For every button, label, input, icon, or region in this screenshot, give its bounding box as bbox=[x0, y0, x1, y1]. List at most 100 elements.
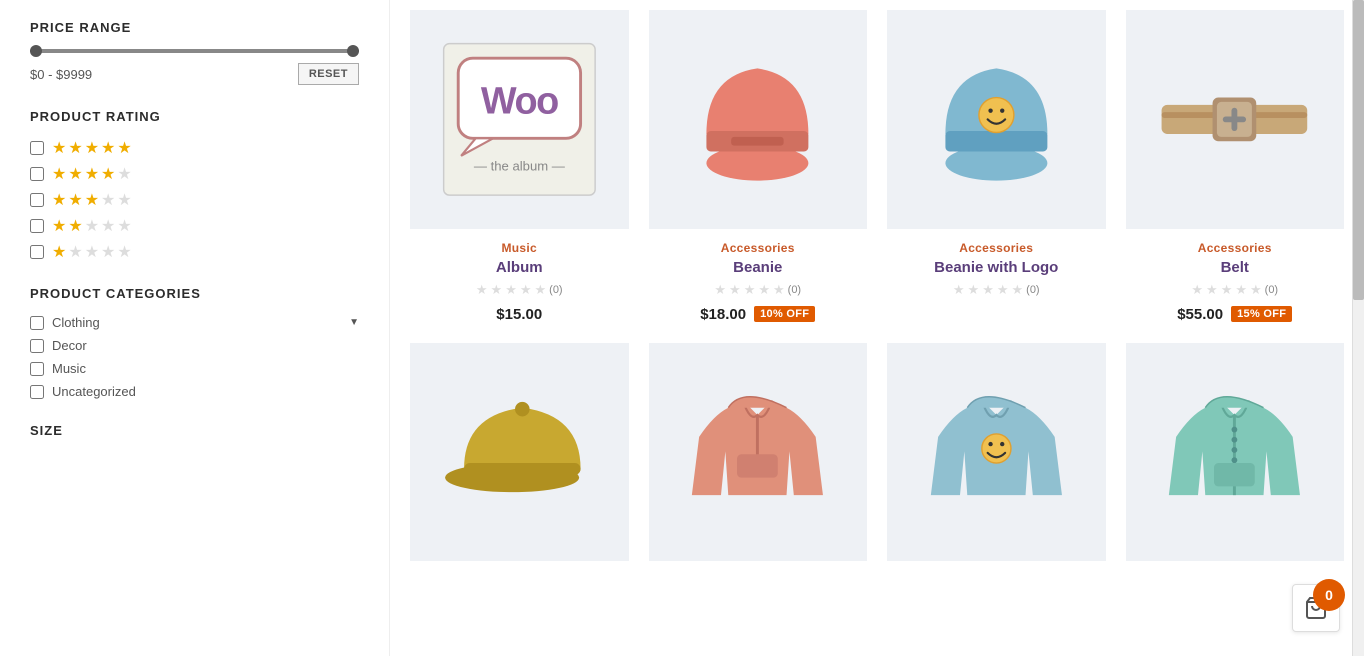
product-category-album: Music bbox=[501, 241, 537, 255]
star-empty: ★ bbox=[997, 282, 1009, 298]
category-row-decor[interactable]: Decor bbox=[30, 338, 359, 353]
category-row-clothing[interactable]: Clothing ▼ bbox=[30, 315, 359, 330]
price-slider-track[interactable] bbox=[30, 49, 359, 53]
product-image-belt bbox=[1126, 10, 1345, 229]
product-price-row-beanie: $18.00 10% OFF bbox=[700, 306, 815, 323]
product-image-beanie-logo bbox=[887, 10, 1106, 229]
star-empty: ★ bbox=[1191, 282, 1203, 298]
product-price-row-belt: $55.00 15% OFF bbox=[1177, 306, 1292, 323]
review-count: (0) bbox=[788, 284, 801, 296]
rating-checkbox-3[interactable] bbox=[30, 193, 44, 207]
product-card-hoodie-blue-logo[interactable] bbox=[887, 343, 1106, 592]
product-card-beanie-logo[interactable]: Accessories Beanie with Logo ★ ★ ★ ★ ★ (… bbox=[887, 10, 1106, 323]
product-price-row-album: $15.00 bbox=[496, 306, 542, 323]
product-image-hoodie-teal bbox=[1126, 343, 1345, 562]
product-grid: Woo — the album — Music Album ★ ★ ★ ★ ★ … bbox=[410, 10, 1344, 591]
star-empty: ★ bbox=[505, 282, 517, 298]
cart-badge: 0 bbox=[1313, 579, 1345, 611]
sidebar: PRICE RANGE $0 - $9999 RESET PRODUCT RAT… bbox=[0, 0, 390, 656]
product-categories-section: PRODUCT CATEGORIES Clothing ▼ Decor Musi… bbox=[30, 286, 359, 399]
product-card-album[interactable]: Woo — the album — Music Album ★ ★ ★ ★ ★ … bbox=[410, 10, 629, 323]
product-card-hoodie-teal[interactable] bbox=[1126, 343, 1345, 592]
rating-checkbox-4[interactable] bbox=[30, 167, 44, 181]
review-count: (0) bbox=[549, 284, 562, 296]
rating-row-4[interactable]: ★ ★ ★ ★ ★ bbox=[30, 164, 359, 184]
price-slider-thumb-left[interactable] bbox=[30, 45, 42, 57]
star: ★ bbox=[52, 138, 66, 158]
scrollbar[interactable] bbox=[1352, 0, 1364, 656]
star-empty: ★ bbox=[968, 282, 980, 298]
stars-3: ★ ★ ★ ★ ★ bbox=[52, 190, 132, 210]
star: ★ bbox=[68, 216, 82, 236]
review-count: (0) bbox=[1265, 284, 1278, 296]
product-stars-belt: ★ ★ ★ ★ ★ (0) bbox=[1191, 282, 1278, 298]
star: ★ bbox=[85, 138, 99, 158]
product-image-album: Woo — the album — bbox=[410, 10, 629, 229]
category-label-clothing: Clothing bbox=[52, 315, 100, 330]
star: ★ bbox=[68, 190, 82, 210]
star: ★ bbox=[117, 138, 131, 158]
star-empty: ★ bbox=[491, 282, 503, 298]
svg-text:Woo: Woo bbox=[481, 80, 558, 122]
star-empty: ★ bbox=[1206, 282, 1218, 298]
category-row-music[interactable]: Music bbox=[30, 361, 359, 376]
stars-5: ★ ★ ★ ★ ★ bbox=[52, 138, 132, 158]
star-empty: ★ bbox=[117, 190, 131, 210]
cart-button-wrapper: 0 bbox=[1292, 584, 1340, 632]
star-empty: ★ bbox=[1235, 282, 1247, 298]
product-stars-album: ★ ★ ★ ★ ★ (0) bbox=[476, 282, 563, 298]
star-empty: ★ bbox=[117, 164, 131, 184]
chevron-down-icon: ▼ bbox=[349, 317, 359, 328]
category-checkbox-clothing[interactable] bbox=[30, 316, 44, 330]
product-card-cap[interactable] bbox=[410, 343, 629, 592]
price-range-value: $0 - $9999 bbox=[30, 67, 288, 82]
rating-checkbox-5[interactable] bbox=[30, 141, 44, 155]
reset-button[interactable]: RESET bbox=[298, 63, 359, 85]
star-empty: ★ bbox=[85, 216, 99, 236]
star-empty: ★ bbox=[758, 282, 770, 298]
star: ★ bbox=[101, 164, 115, 184]
rating-row-3[interactable]: ★ ★ ★ ★ ★ bbox=[30, 190, 359, 210]
cart-button[interactable]: 0 bbox=[1292, 584, 1340, 632]
product-name-beanie: Beanie bbox=[733, 259, 782, 276]
product-card-hoodie-pink[interactable] bbox=[649, 343, 868, 592]
product-price-belt: $55.00 bbox=[1177, 306, 1223, 323]
star-empty: ★ bbox=[729, 282, 741, 298]
star-empty: ★ bbox=[117, 216, 131, 236]
size-section: SIZE bbox=[30, 423, 359, 438]
star: ★ bbox=[68, 138, 82, 158]
product-card-beanie[interactable]: Accessories Beanie ★ ★ ★ ★ ★ (0) $18.00 … bbox=[649, 10, 868, 323]
main-content: Woo — the album — Music Album ★ ★ ★ ★ ★ … bbox=[390, 0, 1364, 656]
review-count: (0) bbox=[1026, 284, 1039, 296]
star-empty: ★ bbox=[953, 282, 965, 298]
product-image-hoodie-pink bbox=[649, 343, 868, 562]
size-title: SIZE bbox=[30, 423, 359, 438]
star-empty: ★ bbox=[117, 242, 131, 262]
star-empty: ★ bbox=[101, 242, 115, 262]
product-category-beanie: Accessories bbox=[721, 241, 795, 255]
category-checkbox-music[interactable] bbox=[30, 362, 44, 376]
rating-checkbox-1[interactable] bbox=[30, 245, 44, 259]
category-row-uncategorized[interactable]: Uncategorized bbox=[30, 384, 359, 399]
rating-checkbox-2[interactable] bbox=[30, 219, 44, 233]
star-empty: ★ bbox=[982, 282, 994, 298]
star-empty: ★ bbox=[773, 282, 785, 298]
product-card-belt[interactable]: Accessories Belt ★ ★ ★ ★ ★ (0) $55.00 15… bbox=[1126, 10, 1345, 323]
product-image-beanie bbox=[649, 10, 868, 229]
rating-row-1[interactable]: ★ ★ ★ ★ ★ bbox=[30, 242, 359, 262]
rating-row-5[interactable]: ★ ★ ★ ★ ★ bbox=[30, 138, 359, 158]
star: ★ bbox=[52, 242, 66, 262]
stars-2: ★ ★ ★ ★ ★ bbox=[52, 216, 132, 236]
rating-row-2[interactable]: ★ ★ ★ ★ ★ bbox=[30, 216, 359, 236]
star: ★ bbox=[52, 164, 66, 184]
product-image-cap bbox=[410, 343, 629, 562]
category-checkbox-uncategorized[interactable] bbox=[30, 385, 44, 399]
category-checkbox-decor[interactable] bbox=[30, 339, 44, 353]
price-slider-thumb-right[interactable] bbox=[347, 45, 359, 57]
star: ★ bbox=[68, 164, 82, 184]
star: ★ bbox=[52, 216, 66, 236]
stars-1: ★ ★ ★ ★ ★ bbox=[52, 242, 132, 262]
product-name-album: Album bbox=[496, 259, 543, 276]
scrollbar-thumb[interactable] bbox=[1353, 0, 1364, 300]
star-empty: ★ bbox=[85, 242, 99, 262]
